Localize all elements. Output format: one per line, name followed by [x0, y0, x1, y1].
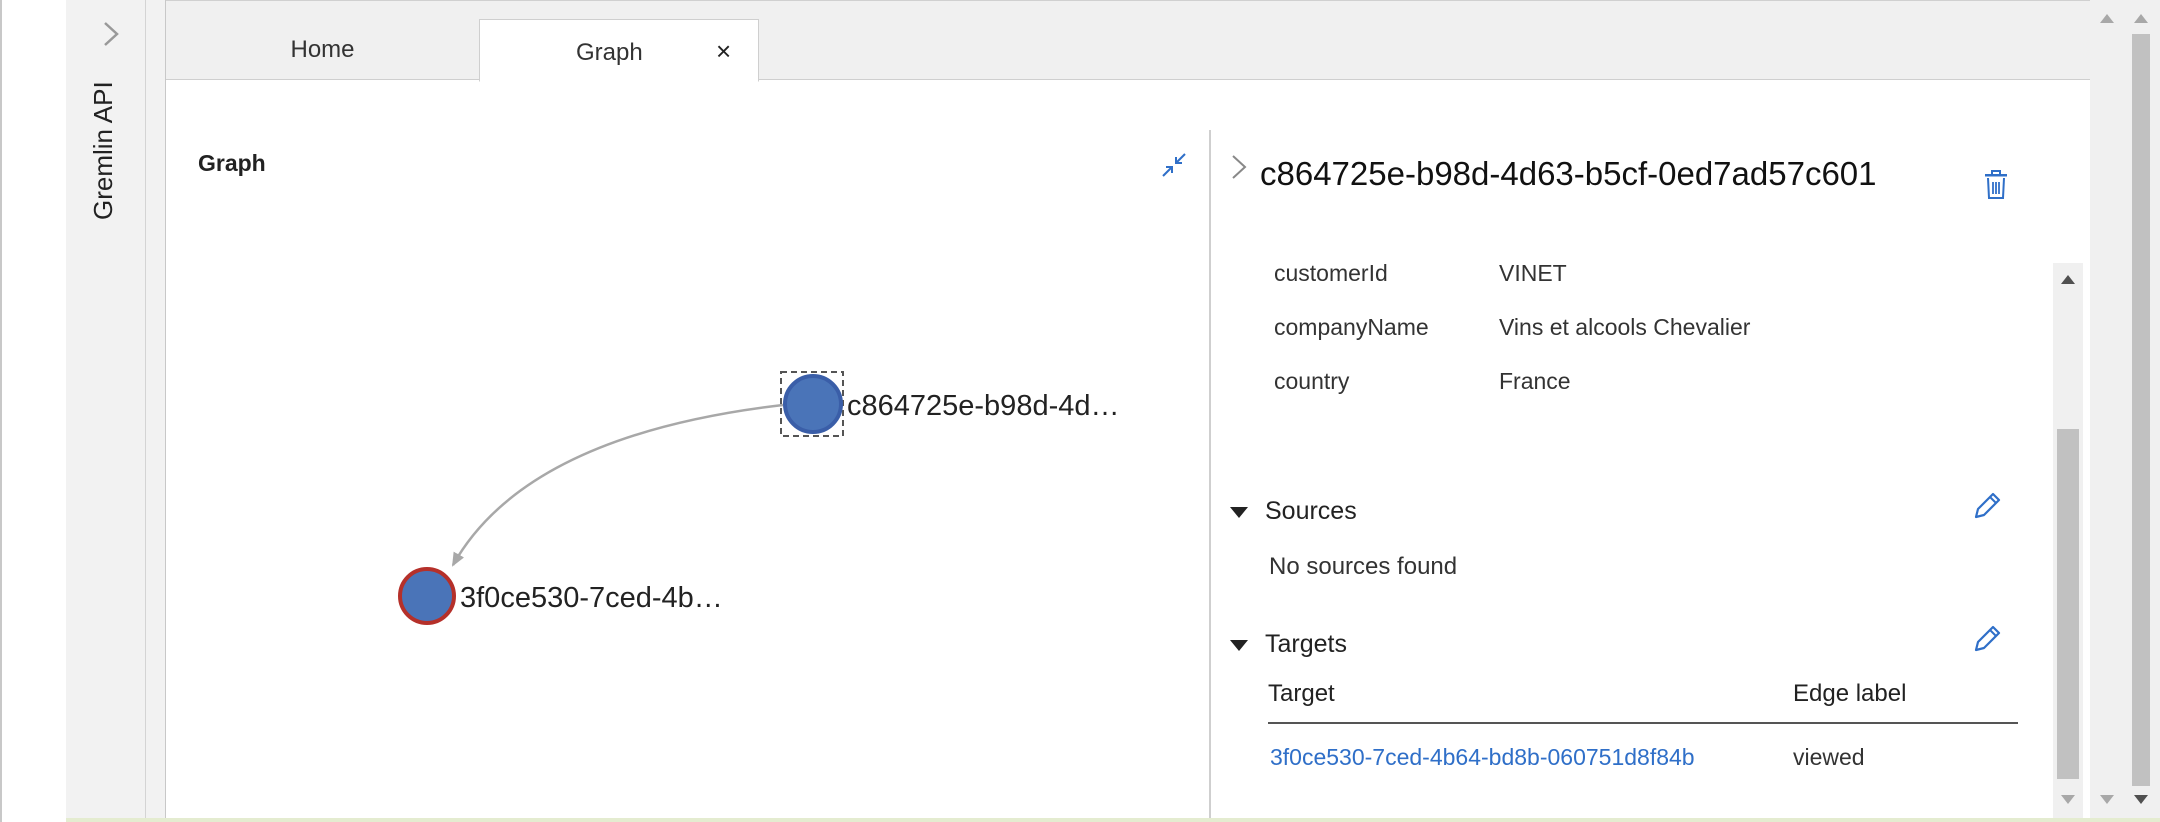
- tab-graph-label: Graph: [576, 39, 643, 66]
- property-key: customerId: [1274, 260, 1388, 286]
- main-area: Home Graph × Graph c864725e-b98d-4d… 3f0…: [166, 0, 2090, 818]
- vertex-id-title: c864725e-b98d-4d63-b5cf-0ed7ad57c601: [1260, 155, 1877, 192]
- property-value: VINET: [1499, 260, 1567, 286]
- scrollbar-thumb[interactable]: [2057, 429, 2079, 779]
- side-rail: Gremlin API: [66, 0, 146, 818]
- property-key: companyName: [1274, 314, 1429, 340]
- caret-down-icon[interactable]: [1230, 640, 1248, 651]
- property-key: country: [1274, 368, 1350, 394]
- node-label-target: 3f0ce530-7ced-4b…: [460, 582, 723, 614]
- scroll-up-arrow-icon[interactable]: [2134, 14, 2148, 23]
- graph-pane: Graph c864725e-b98d-4d… 3f0ce530-7ced-4b…: [166, 130, 1209, 818]
- detail-scrollbar[interactable]: [2053, 263, 2083, 818]
- edit-targets-pencil-icon[interactable]: [1970, 622, 2004, 656]
- target-link[interactable]: 3f0ce530-7ced-4b64-bd8b-060751d8f84b: [1270, 744, 1695, 771]
- tab-graph[interactable]: Graph ×: [479, 19, 759, 82]
- column-header-target: Target: [1268, 680, 1335, 707]
- rail-title-text: Gremlin API: [88, 81, 118, 220]
- scroll-up-arrow-icon[interactable]: [2100, 14, 2114, 23]
- graph-node-target[interactable]: [398, 567, 456, 625]
- targets-title[interactable]: Targets: [1265, 630, 1347, 659]
- close-tab-icon[interactable]: ×: [716, 36, 731, 67]
- window-scrollbar[interactable]: [2124, 0, 2160, 818]
- detail-pane: c864725e-b98d-4d63-b5cf-0ed7ad57c601 cus…: [1211, 130, 2090, 818]
- column-header-edge-label: Edge label: [1793, 680, 1907, 707]
- property-value: France: [1499, 368, 1571, 394]
- caret-down-icon[interactable]: [1230, 507, 1248, 518]
- expand-detail-chevron-icon[interactable]: [1229, 152, 1249, 189]
- edge-label-cell: viewed: [1793, 744, 1865, 770]
- resource-rail: [146, 0, 166, 818]
- edit-sources-pencil-icon[interactable]: [1970, 489, 2004, 523]
- expand-chevron-icon[interactable]: [96, 16, 126, 52]
- window-left-gutter: [0, 0, 66, 822]
- graph-canvas[interactable]: c864725e-b98d-4d… 3f0ce530-7ced-4b…: [166, 130, 1209, 818]
- table-header-divider: [1268, 722, 2018, 724]
- scroll-down-arrow-icon[interactable]: [2100, 795, 2114, 804]
- tab-home[interactable]: Home: [166, 19, 479, 81]
- scroll-up-arrow-icon[interactable]: [2061, 275, 2075, 284]
- scroll-down-arrow-icon[interactable]: [2134, 795, 2148, 804]
- graph-edge[interactable]: [451, 403, 784, 567]
- tab-home-label: Home: [290, 36, 355, 63]
- bottom-border: [66, 818, 2160, 822]
- no-sources-text: No sources found: [1269, 553, 1458, 580]
- tab-bar: Home Graph ×: [166, 0, 2090, 82]
- rail-title: Gremlin API: [88, 70, 128, 220]
- graph-node-selected[interactable]: [783, 374, 843, 434]
- property-value: Vins et alcools Chevalier: [1499, 314, 1751, 340]
- scrollbar-thumb[interactable]: [2132, 34, 2150, 786]
- pane-scrollbar[interactable]: [2090, 0, 2124, 818]
- sources-title[interactable]: Sources: [1265, 497, 1357, 526]
- scroll-down-arrow-icon[interactable]: [2061, 795, 2075, 804]
- node-label-selected: c864725e-b98d-4d…: [847, 390, 1119, 422]
- trash-icon[interactable]: [1983, 170, 2009, 200]
